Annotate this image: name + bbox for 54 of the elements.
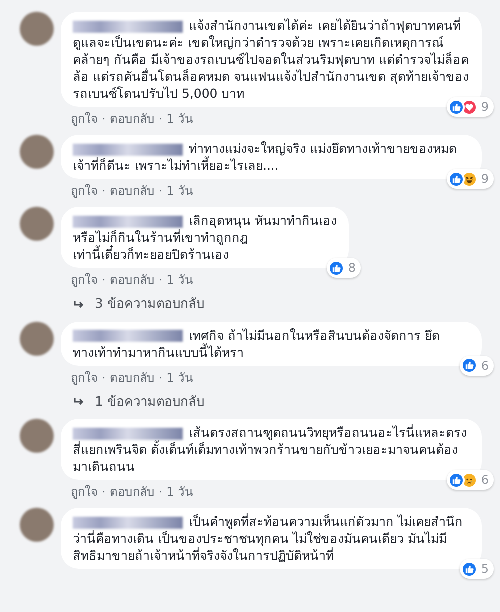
action-link[interactable]: ตอบกลับ	[110, 182, 155, 200]
separator-dot: ·	[158, 111, 163, 128]
action-link[interactable]: ถูกใจ	[71, 368, 98, 386]
action-link[interactable]: ถูกใจ	[71, 182, 98, 200]
timestamp: 1 วัน	[166, 272, 194, 289]
comment-text: เทศกิจ ถ้าไม่มีนอกในหรือสินบนต้องจัดการ ยึดทางเท้าทำมาหากินแบบนี้ได้หรา	[73, 326, 441, 360]
reaction-summary[interactable]: 9	[447, 169, 494, 189]
blurred-name[interactable]	[73, 216, 183, 228]
separator-dot: ·	[102, 484, 106, 501]
reaction-summary[interactable]: 8	[327, 258, 361, 278]
reaction-count: 6	[481, 472, 489, 489]
avatar[interactable]	[20, 419, 54, 453]
blurred-name[interactable]	[73, 20, 183, 33]
avatar[interactable]	[20, 322, 54, 356]
separator-dot: ·	[102, 183, 106, 200]
action-link[interactable]: ถูกใจ	[71, 483, 98, 501]
reaction-count: 9	[481, 171, 489, 188]
separator-dot: ·	[102, 272, 106, 289]
reaction-count: 6	[481, 358, 489, 374]
reaction-summary[interactable]: 9	[447, 97, 494, 117]
avatar[interactable]	[20, 508, 54, 542]
action-link[interactable]: ถูกใจ	[71, 110, 98, 128]
avatar[interactable]	[20, 12, 54, 46]
reply-arrow-icon	[73, 300, 85, 310]
separator-dot: ·	[158, 272, 163, 289]
blurred-name[interactable]	[73, 516, 183, 529]
reaction-count: 9	[481, 99, 489, 116]
reaction-summary[interactable]: 5	[460, 559, 494, 579]
reaction-count: 5	[481, 561, 489, 578]
separator-dot: ·	[102, 370, 106, 386]
timestamp: 1 วัน	[166, 370, 194, 386]
avatar[interactable]	[20, 207, 54, 241]
avatar[interactable]	[20, 135, 54, 169]
separator-dot: ·	[158, 484, 163, 501]
reaction-summary[interactable]: 6	[447, 470, 494, 490]
timestamp: 1 วัน	[166, 484, 194, 501]
reaction-summary[interactable]: 6	[460, 356, 494, 376]
blurred-name[interactable]	[73, 330, 183, 342]
blurred-name[interactable]	[73, 428, 183, 440]
action-link[interactable]: ถูกใจ	[71, 271, 98, 289]
action-link[interactable]: ตอบกลับ	[110, 110, 155, 128]
replies-link[interactable]: 1 ข้อความตอบกลับ	[95, 392, 204, 412]
blurred-name[interactable]	[73, 144, 183, 156]
reply-arrow-icon	[73, 397, 85, 408]
timestamp: 1 วัน	[166, 111, 194, 128]
timestamp: 1 วัน	[166, 183, 194, 200]
action-link[interactable]: ตอบกลับ	[110, 271, 155, 289]
replies-link[interactable]: 3 ข้อความตอบกลับ	[95, 295, 204, 314]
action-link[interactable]: ตอบกลับ	[110, 483, 155, 501]
separator-dot: ·	[158, 370, 163, 386]
reaction-count: 8	[348, 260, 356, 277]
separator-dot: ·	[158, 183, 163, 200]
separator-dot: ·	[102, 111, 106, 128]
action-link[interactable]: ตอบกลับ	[110, 368, 155, 386]
